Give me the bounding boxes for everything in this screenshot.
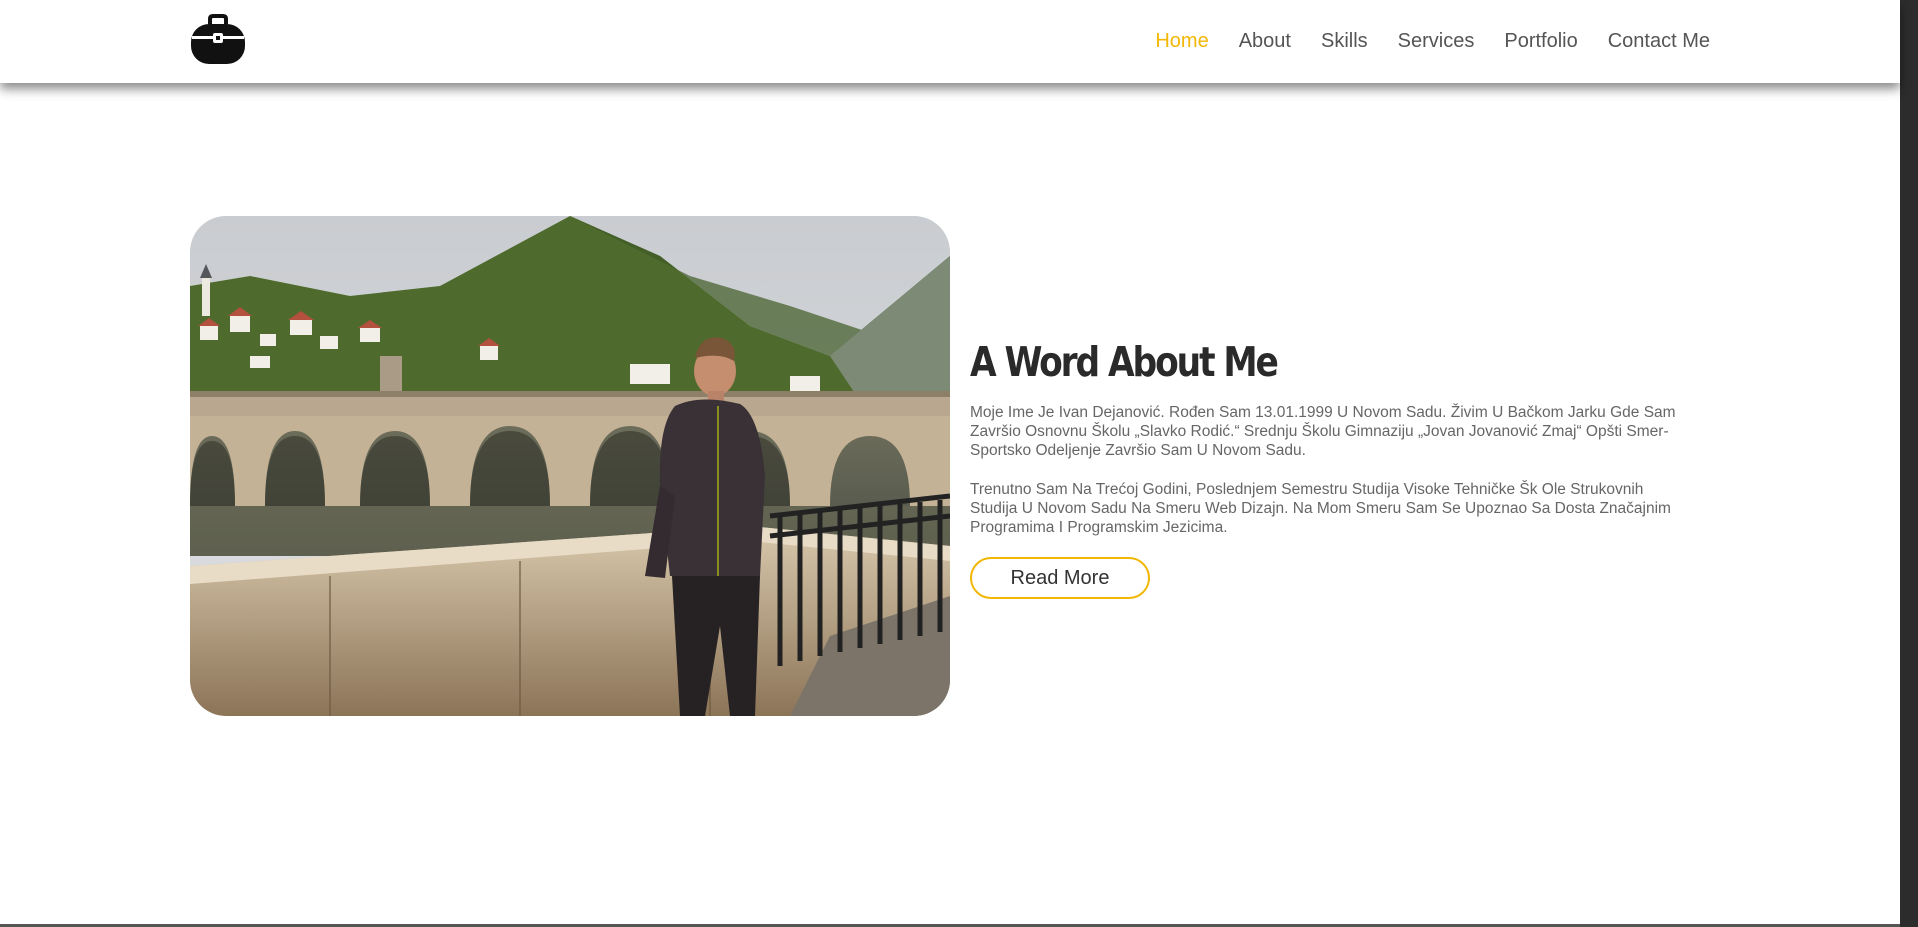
nav-contact[interactable]: Contact Me: [1608, 30, 1710, 53]
about-title: A Word About Me: [970, 338, 1279, 386]
briefcase-icon[interactable]: [190, 14, 246, 66]
nav-home[interactable]: Home: [1155, 30, 1208, 53]
nav-about[interactable]: About: [1239, 30, 1291, 53]
main-nav: Home About Skills Services Portfolio Con…: [1155, 0, 1710, 83]
nav-skills[interactable]: Skills: [1321, 30, 1368, 53]
scrollbar-track[interactable]: [1900, 0, 1918, 927]
about-paragraph-1: Moje Ime Je Ivan Dejanović. Rođen Sam 13…: [970, 404, 1676, 459]
read-more-button[interactable]: Read More: [970, 557, 1150, 599]
nav-portfolio[interactable]: Portfolio: [1504, 30, 1577, 53]
about-photo: [190, 216, 950, 716]
about-paragraph-2: Trenutno Sam Na Trećoj Godini, Poslednje…: [970, 481, 1671, 536]
site-header: Home About Skills Services Portfolio Con…: [0, 0, 1900, 83]
nav-services[interactable]: Services: [1398, 30, 1475, 53]
